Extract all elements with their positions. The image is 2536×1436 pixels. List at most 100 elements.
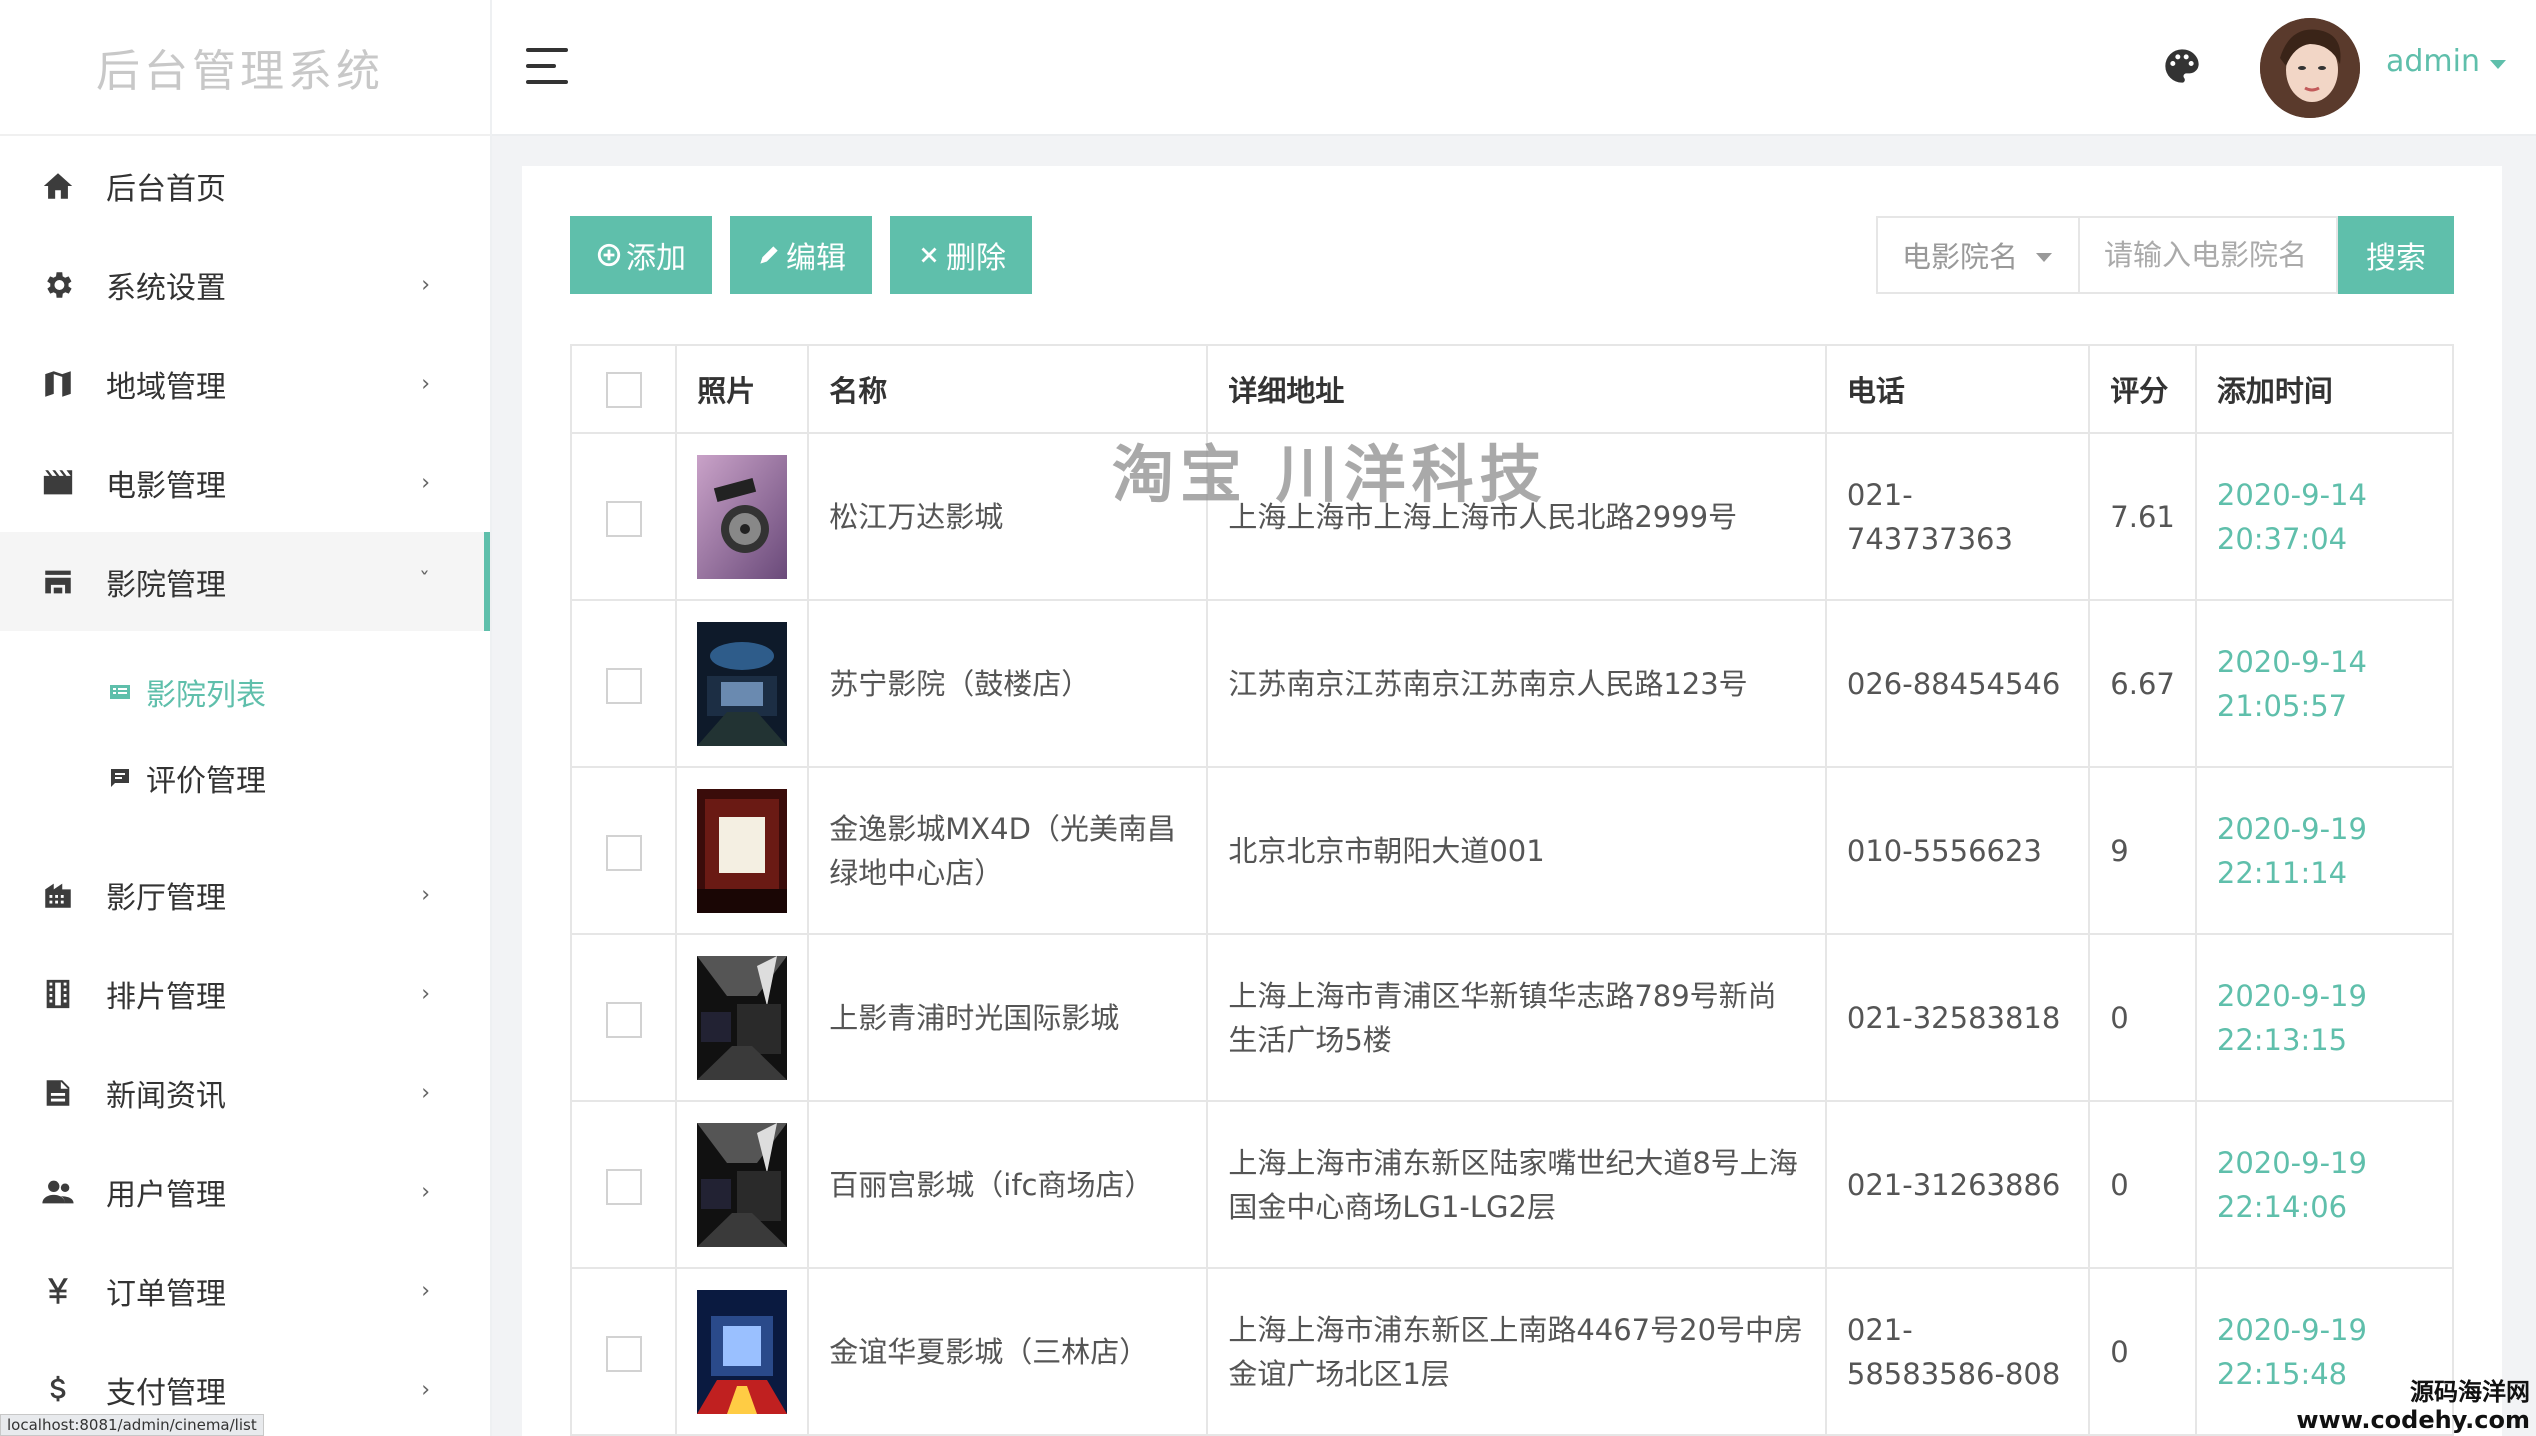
sidebar-item-system-settings[interactable]: 系统设置 › bbox=[0, 235, 490, 334]
top-header: admin bbox=[492, 0, 2536, 136]
cinema-name: 苏宁影院（鼓楼店） bbox=[807, 599, 1209, 768]
cinema-photo bbox=[697, 1122, 788, 1247]
username[interactable]: admin bbox=[2386, 44, 2480, 79]
cinema-phone: 021-743737363 bbox=[1824, 432, 2091, 601]
sidebar-item-label: 电影管理 bbox=[106, 468, 226, 504]
chevron-down-icon: ˇ bbox=[419, 569, 430, 594]
added-clock: 22:13:15 bbox=[2216, 1022, 2348, 1057]
sidebar: 后台管理系统 后台首页 系统设置 › 地域管理 › 电影管理 › 影院管理 ˇ bbox=[0, 0, 492, 1436]
close-icon bbox=[921, 247, 937, 263]
cinema-name: 百丽宫影城（ifc商场店） bbox=[807, 1100, 1209, 1269]
corner-watermark: 源码海洋网 www.codehy.com bbox=[2296, 1378, 2530, 1434]
table-header-row: 照片 名称 详细地址 电话 评分 添加时间 bbox=[569, 344, 2455, 434]
pencil-icon bbox=[760, 246, 778, 264]
sidebar-item-schedule[interactable]: 排片管理 › bbox=[0, 944, 490, 1043]
photo-cell bbox=[675, 766, 810, 935]
cinema-address: 上海上海市浦东新区陆家嘴世纪大道8号上海国金中心商场LG1-LG2层 bbox=[1206, 1100, 1827, 1269]
added-time: 2020-9-14 20:37:04 bbox=[2194, 432, 2455, 601]
sidebar-menu: 后台首页 系统设置 › 地域管理 › 电影管理 › 影院管理 ˇ 影院列表 评价… bbox=[0, 136, 490, 1436]
added-date: 2020-9-14 bbox=[2216, 644, 2367, 679]
chevron-right-icon: › bbox=[421, 882, 430, 907]
row-checkbox[interactable] bbox=[605, 1335, 642, 1372]
added-clock: 21:05:57 bbox=[2216, 688, 2348, 723]
cinema-score: 9 bbox=[2088, 766, 2197, 935]
select-all-cell bbox=[569, 344, 678, 434]
sidebar-item-label: 地域管理 bbox=[106, 369, 226, 405]
cinema-address: 上海上海市青浦区华新镇华志路789号新尚生活广场5楼 bbox=[1206, 933, 1827, 1102]
sidebar-subitem-label: 评价管理 bbox=[146, 764, 266, 799]
chevron-right-icon: › bbox=[421, 1179, 430, 1204]
sidebar-item-orders[interactable]: 订单管理 › bbox=[0, 1241, 490, 1340]
building-icon bbox=[38, 875, 78, 915]
sidebar-item-hall[interactable]: 影厅管理 › bbox=[0, 845, 490, 944]
edit-button[interactable]: 编辑 bbox=[730, 216, 872, 294]
cinema-score: 0 bbox=[2088, 933, 2197, 1102]
list-icon bbox=[106, 678, 134, 706]
added-date: 2020-9-19 bbox=[2216, 1312, 2367, 1347]
cinema-photo bbox=[697, 788, 788, 913]
row-checkbox[interactable] bbox=[605, 834, 642, 871]
sidebar-subitem-cinema-list[interactable]: 影院列表 bbox=[0, 649, 490, 735]
added-date: 2020-9-14 bbox=[2216, 477, 2367, 512]
film-icon bbox=[38, 463, 78, 503]
sidebar-item-home[interactable]: 后台首页 bbox=[0, 136, 490, 235]
table-row[interactable]: 百丽宫影城（ifc商场店） 上海上海市浦东新区陆家嘴世纪大道8号上海国金中心商场… bbox=[569, 1100, 2455, 1269]
avatar[interactable] bbox=[2260, 18, 2360, 118]
filmstrip-icon bbox=[38, 974, 78, 1014]
column-header-phone: 电话 bbox=[1824, 344, 2091, 434]
added-date: 2020-9-19 bbox=[2216, 811, 2367, 846]
delete-button[interactable]: 删除 bbox=[890, 216, 1032, 294]
row-checkbox[interactable] bbox=[605, 1168, 642, 1205]
sidebar-subitem-reviews[interactable]: 评价管理 bbox=[0, 735, 490, 821]
sidebar-item-movie[interactable]: 电影管理 › bbox=[0, 433, 490, 532]
sidebar-item-region[interactable]: 地域管理 › bbox=[0, 334, 490, 433]
cinema-phone: 021-32583818 bbox=[1824, 933, 2091, 1102]
comment-icon bbox=[106, 764, 134, 792]
cinema-submenu: 影院列表 评价管理 bbox=[0, 631, 490, 845]
row-select-cell bbox=[569, 432, 678, 601]
table-row[interactable]: 苏宁影院（鼓楼店） 江苏南京江苏南京江苏南京人民路123号 026-884545… bbox=[569, 599, 2455, 768]
cinema-address: 上海上海市上海上海市人民北路2999号 bbox=[1206, 432, 1827, 601]
cinema-table: 照片 名称 详细地址 电话 评分 添加时间 松江万达影城 上海上海市上海上海市人… bbox=[569, 344, 2455, 1436]
photo-cell bbox=[675, 599, 810, 768]
search-input[interactable] bbox=[2078, 216, 2338, 294]
photo-cell bbox=[675, 1267, 810, 1436]
cinema-name: 金逸影城MX4D（光美南昌绿地中心店） bbox=[807, 766, 1209, 935]
cinema-score: 7.61 bbox=[2088, 432, 2197, 601]
row-checkbox[interactable] bbox=[605, 667, 642, 704]
menu-toggle-icon[interactable] bbox=[526, 48, 568, 84]
sidebar-item-label: 影厅管理 bbox=[106, 880, 226, 916]
select-all-checkbox[interactable] bbox=[605, 371, 642, 408]
added-date: 2020-9-19 bbox=[2216, 1145, 2367, 1180]
sidebar-item-cinema[interactable]: 影院管理 ˇ bbox=[0, 532, 490, 631]
delete-button-label: 删除 bbox=[946, 242, 1006, 275]
row-checkbox[interactable] bbox=[605, 1001, 642, 1038]
table-row[interactable]: 金谊华夏影城（三林店） 上海上海市浦东新区上南路4467号20号中房金谊广场北区… bbox=[569, 1267, 2455, 1436]
add-button[interactable]: 添加 bbox=[570, 216, 712, 294]
map-icon bbox=[38, 364, 78, 404]
chevron-right-icon: › bbox=[421, 1080, 430, 1105]
chevron-right-icon: › bbox=[421, 470, 430, 495]
caret-down-icon[interactable] bbox=[2490, 60, 2506, 69]
sidebar-item-news[interactable]: 新闻资讯 › bbox=[0, 1043, 490, 1142]
news-icon bbox=[38, 1073, 78, 1113]
sidebar-item-label: 后台首页 bbox=[106, 171, 226, 207]
table-row[interactable]: 上影青浦时光国际影城 上海上海市青浦区华新镇华志路789号新尚生活广场5楼 02… bbox=[569, 933, 2455, 1102]
chevron-right-icon: › bbox=[421, 1377, 430, 1402]
table-row[interactable]: 金逸影城MX4D（光美南昌绿地中心店） 北京北京市朝阳大道001 010-555… bbox=[569, 766, 2455, 935]
sidebar-item-users[interactable]: 用户管理 › bbox=[0, 1142, 490, 1241]
table-row[interactable]: 松江万达影城 上海上海市上海上海市人民北路2999号 021-743737363… bbox=[569, 432, 2455, 601]
cinema-score: 0 bbox=[2088, 1100, 2197, 1269]
search-button[interactable]: 搜索 bbox=[2338, 216, 2454, 294]
palette-icon[interactable] bbox=[2162, 46, 2202, 86]
sidebar-item-label: 订单管理 bbox=[106, 1276, 226, 1312]
home-icon bbox=[38, 166, 78, 206]
search-field-select[interactable]: 电影院名 bbox=[1876, 216, 2078, 294]
row-checkbox[interactable] bbox=[605, 500, 642, 537]
cinema-photo bbox=[697, 1289, 788, 1414]
cinema-score: 6.67 bbox=[2088, 599, 2197, 768]
added-clock: 22:14:06 bbox=[2216, 1189, 2348, 1224]
plus-circle-icon bbox=[597, 243, 621, 267]
row-select-cell bbox=[569, 1100, 678, 1269]
chevron-right-icon: › bbox=[421, 981, 430, 1006]
